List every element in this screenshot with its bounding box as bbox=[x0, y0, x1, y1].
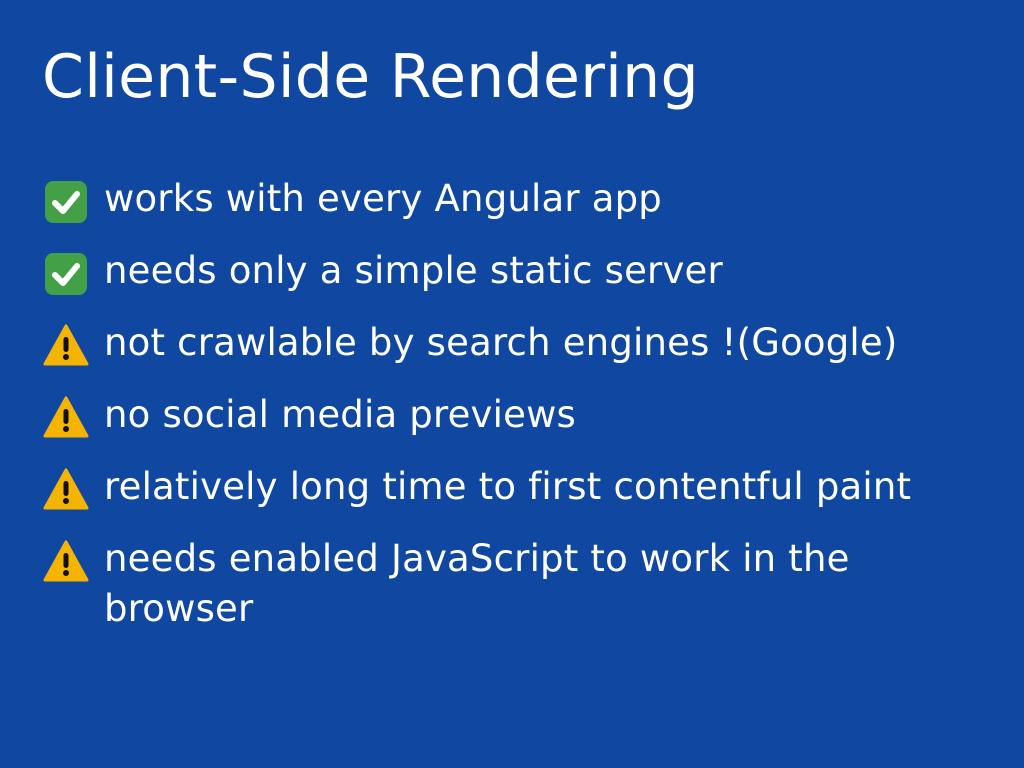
bullet-text: needs only a simple static server bbox=[104, 249, 723, 292]
bullet-list: works with every Angular app needs only … bbox=[42, 174, 992, 654]
bullet-item: works with every Angular app bbox=[42, 174, 992, 226]
warning-icon bbox=[42, 322, 90, 370]
check-mark-icon bbox=[42, 250, 90, 298]
warning-icon bbox=[42, 466, 90, 514]
warning-icon bbox=[42, 538, 90, 586]
bullet-item: needs only a simple static server bbox=[42, 246, 992, 298]
bullet-text: no social media previews bbox=[104, 393, 577, 436]
bullet-item: not crawlable by search engines !(Google… bbox=[42, 318, 992, 370]
warning-icon bbox=[42, 394, 90, 442]
bullet-text: needs enabled JavaScript to work in the … bbox=[104, 537, 850, 630]
bullet-text: relatively long time to first contentful… bbox=[104, 465, 912, 508]
bullet-item: needs enabled JavaScript to work in the … bbox=[42, 534, 992, 634]
bullet-item: no social media previews bbox=[42, 390, 992, 442]
bullet-text: not crawlable by search engines !(Google… bbox=[104, 321, 898, 364]
slide-title: Client-Side Rendering bbox=[42, 42, 699, 112]
slide: Client-Side Rendering works with every A… bbox=[0, 0, 1024, 768]
bullet-item: relatively long time to first contentful… bbox=[42, 462, 992, 514]
bullet-text: works with every Angular app bbox=[104, 177, 662, 220]
check-mark-icon bbox=[42, 178, 90, 226]
